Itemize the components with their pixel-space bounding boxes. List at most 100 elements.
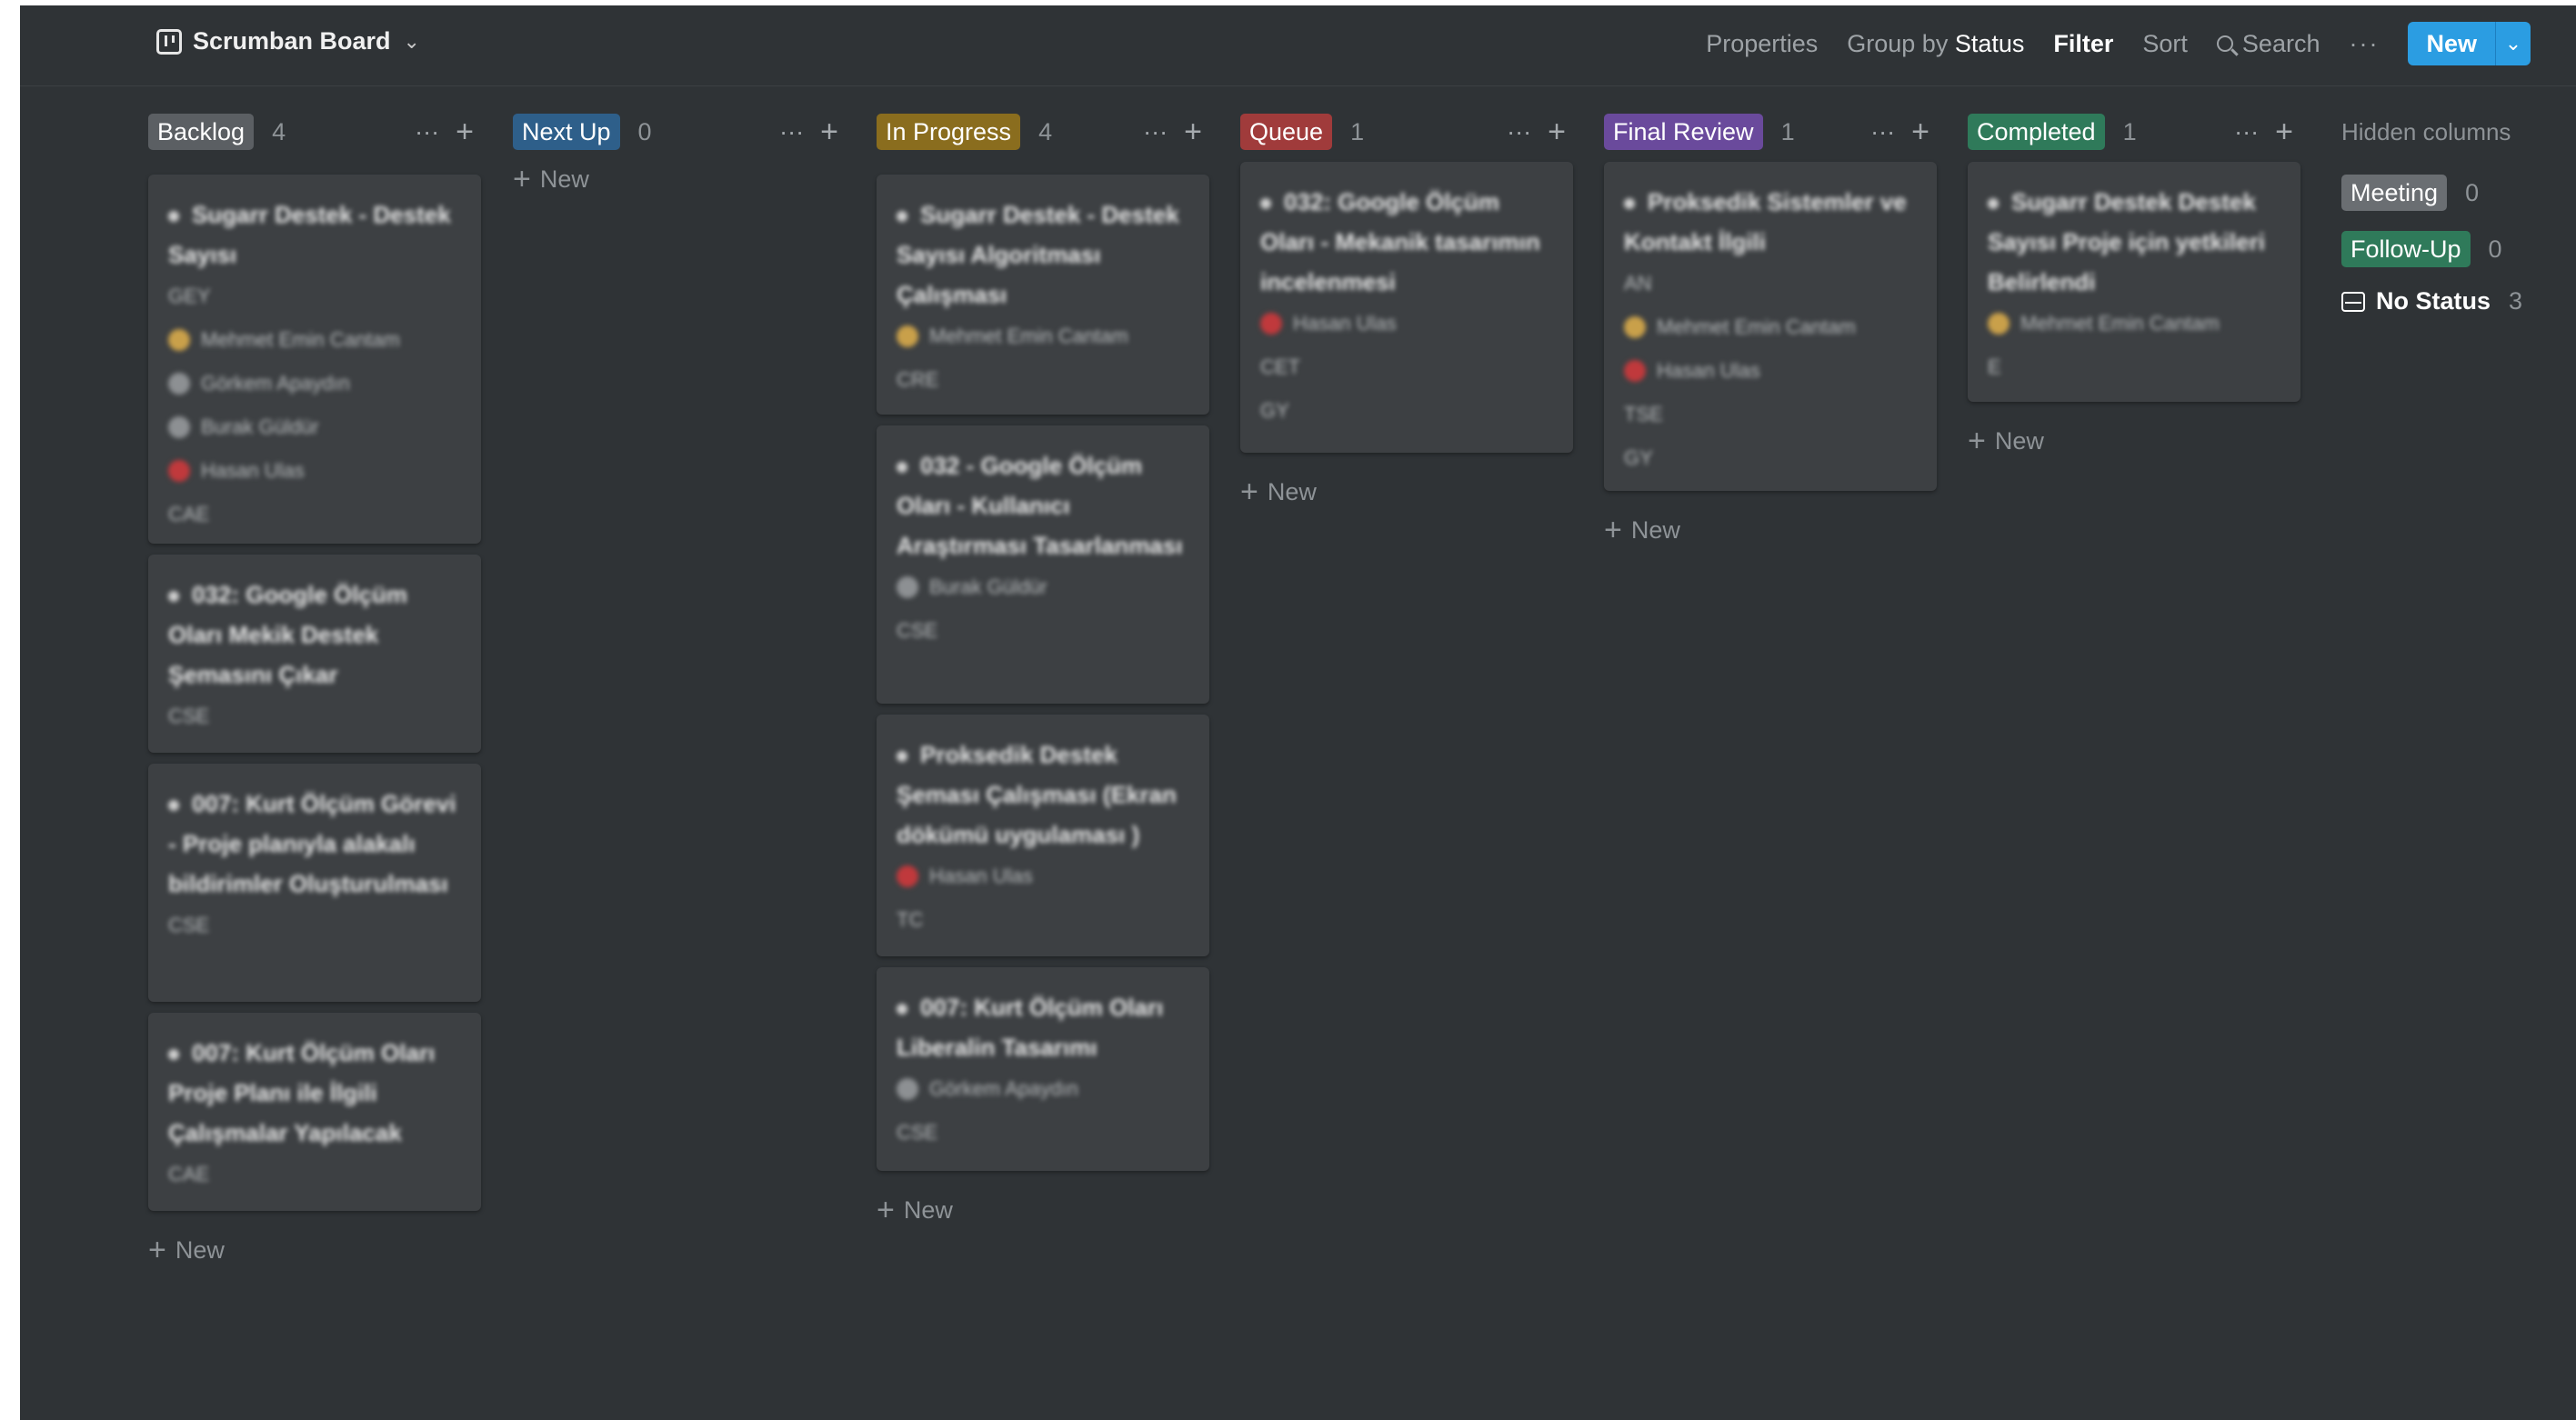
card-property: GY — [1260, 389, 1555, 433]
board-card[interactable]: 007: Kurt Ölçüm Oları Liberalin Tasarımı… — [877, 967, 1209, 1171]
view-switcher[interactable]: Scrumban Board ⌄ — [156, 27, 420, 55]
group-by-button[interactable]: Group by Status — [1847, 30, 2024, 58]
board-card[interactable]: Sugarr Destek - Destek Sayısı Algoritmas… — [877, 175, 1209, 415]
search-button[interactable]: Search — [2216, 29, 2320, 58]
property-value: CSE — [168, 705, 210, 727]
status-tag[interactable]: Next Up — [513, 114, 620, 150]
card-property: Görkem Apaydın — [897, 1067, 1191, 1111]
status-tag: Meeting — [2341, 175, 2448, 211]
property-value: Burak Güldür — [929, 575, 1047, 598]
status-tag[interactable]: In Progress — [877, 114, 1021, 150]
board-card[interactable]: 007: Kurt Ölçüm Oları Proje Planı ile İl… — [148, 1013, 481, 1211]
filter-button[interactable]: Filter — [2053, 30, 2113, 58]
add-card-button[interactable]: + New — [877, 1193, 1213, 1228]
properties-button[interactable]: Properties — [1706, 30, 1818, 58]
property-value: Görkem Apaydın — [201, 372, 350, 395]
hidden-columns-panel: Hidden columns Meeting 0 Follow-Up 0 No … — [2341, 109, 2569, 315]
column-more-icon[interactable]: ··· — [1507, 118, 1531, 146]
add-card-button[interactable]: + New — [1968, 424, 2304, 459]
sort-button[interactable]: Sort — [2142, 30, 2188, 58]
status-tag[interactable]: Completed — [1968, 114, 2105, 150]
card-property: CSE — [897, 609, 1191, 653]
window-frame-left — [0, 0, 20, 1420]
hidden-column-follow-up[interactable]: Follow-Up 0 — [2341, 231, 2569, 267]
column-add-icon[interactable]: + — [2275, 115, 2293, 150]
card-property: CET — [1260, 345, 1555, 389]
card-content: Proksedik Destek Şeması Çalışması (Ekran… — [897, 735, 1191, 942]
card-property: CAE — [168, 493, 463, 536]
column-header: Completed 1 ··· + — [1968, 109, 2304, 155]
no-status-text: No Status — [2376, 287, 2491, 315]
status-tag[interactable]: Backlog — [148, 114, 255, 150]
avatar — [897, 325, 918, 347]
board-card[interactable]: Proksedik Sistemler ve Kontakt İlgili AN M… — [1604, 162, 1937, 491]
plus-icon: + — [1240, 475, 1258, 509]
card-property: Hasan Ulas — [168, 449, 463, 493]
property-value: AN — [1624, 272, 1652, 295]
more-options-button[interactable]: ··· — [2349, 30, 2379, 58]
column-more-icon[interactable]: ··· — [779, 118, 804, 146]
board-card[interactable]: 032: Google Ölçüm Oları - Mekanik tasarı… — [1240, 162, 1573, 453]
column-actions: ··· + — [1143, 115, 1202, 150]
property-value: Hasan Ulas — [929, 865, 1033, 887]
column-count: 1 — [1780, 117, 1795, 145]
column-actions: ··· + — [1507, 115, 1566, 150]
add-card-button[interactable]: + New — [1240, 475, 1577, 510]
hidden-column-meeting[interactable]: Meeting 0 — [2341, 175, 2569, 211]
column-actions: ··· + — [415, 115, 474, 150]
column-more-icon[interactable]: ··· — [2234, 118, 2259, 146]
new-button[interactable]: New — [2408, 22, 2495, 65]
board-card[interactable]: Proksedik Destek Şeması Çalışması (Ekran… — [877, 715, 1209, 956]
column-add-icon[interactable]: + — [820, 115, 838, 150]
add-card-button[interactable]: + New — [148, 1233, 485, 1268]
column-count: 4 — [1038, 117, 1053, 145]
card-property: Mehmet Emin Cantam — [1988, 302, 2282, 345]
group-by-value: Status — [1954, 29, 2025, 57]
column-more-icon[interactable]: ··· — [1870, 118, 1895, 146]
card-property: Hasan Ulas — [1624, 349, 1919, 393]
search-label: Search — [2241, 29, 2320, 57]
board-column: Queue 1 ··· +032: Google Ölçüm Oları - Meka… — [1240, 109, 1577, 510]
property-value: Hasan Ulas — [1293, 312, 1397, 335]
add-card-button[interactable]: + New — [513, 162, 849, 197]
column-add-icon[interactable]: + — [1911, 115, 1929, 150]
property-value: GY — [1260, 399, 1289, 422]
board-column: Backlog 4 ··· + Sugarr Destek - Destek Sayıs… — [148, 109, 485, 1268]
column-add-icon[interactable]: + — [1548, 115, 1566, 150]
avatar — [897, 865, 918, 887]
board-card[interactable]: 032 - Google Ölçüm Oları - Kullanıcı Ara… — [877, 425, 1209, 704]
new-button-group: New ⌄ — [2408, 22, 2531, 65]
column-add-icon[interactable]: + — [1184, 115, 1202, 150]
card-property: TSE — [1624, 393, 1919, 436]
board-card[interactable]: Sugarr Destek Destek Sayısı Proje için y… — [1968, 162, 2300, 402]
column-add-icon[interactable]: + — [456, 115, 474, 150]
card-content: Sugarr Destek - Destek Sayısı GEY Mehmet E… — [168, 195, 463, 536]
hidden-column-no-status[interactable]: No Status 3 — [2341, 287, 2569, 315]
property-value: Burak Güldür — [201, 415, 319, 438]
card-content: 007: Kurt Ölçüm Oları Liberalin Tasarımı… — [897, 987, 1191, 1155]
column-count: 4 — [272, 117, 286, 145]
add-card-label: New — [175, 1236, 225, 1264]
card-content: Proksedik Sistemler ve Kontakt İlgili AN M… — [1624, 182, 1919, 480]
board-column: Completed 1 ··· + Sugarr Destek Destek Sayıs… — [1968, 109, 2304, 459]
avatar — [897, 576, 918, 598]
avatar — [897, 1078, 918, 1100]
avatar — [1988, 313, 2010, 335]
column-count: 3 — [2509, 287, 2523, 315]
new-dropdown-chevron-icon[interactable]: ⌄ — [2495, 22, 2531, 65]
card-content: 007: Kurt Ölçüm Oları Proje Planı ile İl… — [168, 1033, 463, 1196]
status-tag[interactable]: Queue — [1240, 114, 1333, 150]
column-actions: ··· + — [2234, 115, 2293, 150]
board-card[interactable]: Sugarr Destek - Destek Sayısı GEY Mehmet E… — [148, 175, 481, 544]
card-property: Hasan Ulas — [1260, 302, 1555, 345]
property-value: CSE — [168, 914, 210, 936]
column-more-icon[interactable]: ··· — [1143, 118, 1168, 146]
property-value: E — [1988, 355, 2001, 378]
column-more-icon[interactable]: ··· — [415, 118, 439, 146]
board-card[interactable]: 032: Google Ölçüm Oları Mekik Destek Şem… — [148, 555, 481, 753]
status-tag[interactable]: Final Review — [1604, 114, 1763, 150]
board-column: Final Review 1 ··· + Proksedik Sistemler ve … — [1604, 109, 1940, 548]
board-card[interactable]: 007: Kurt Ölçüm Görevi - Proje planıyla … — [148, 764, 481, 1002]
add-card-button[interactable]: + New — [1604, 513, 1940, 548]
card-title: 007: Kurt Ölçüm Oları Liberalin Tasarımı — [897, 987, 1191, 1067]
